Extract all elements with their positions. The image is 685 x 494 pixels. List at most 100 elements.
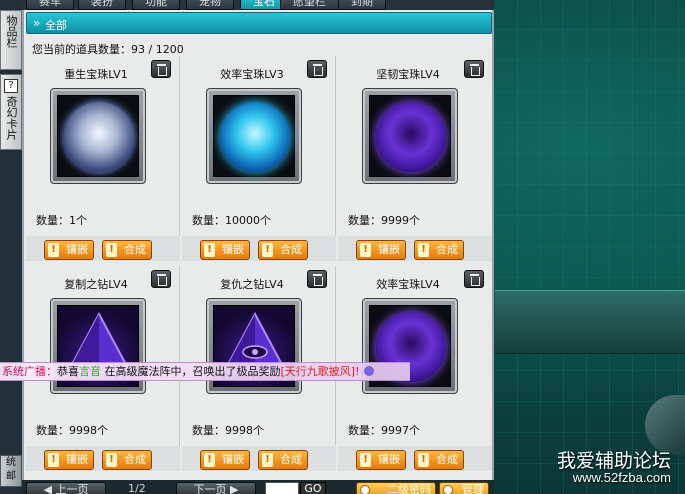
alert-icon: ! (262, 243, 273, 257)
item-slot[interactable] (206, 88, 302, 184)
alert-icon: ! (204, 453, 215, 467)
broadcast-reward: [天行九歌披风] (280, 365, 356, 378)
item-quantity: 数量：9997个 (348, 424, 420, 437)
item-actions: ! 镶嵌 ! 合成 (26, 236, 180, 261)
item-card: 重生宝珠LV1 数量：1个 ! 镶嵌 ! 合成 (26, 56, 180, 261)
broadcast-congrats: 恭喜 (57, 365, 79, 378)
inlay-button[interactable]: ! 镶嵌 (200, 240, 250, 260)
trash-icon[interactable] (151, 270, 171, 288)
prev-page-button[interactable]: ◀ 上一页 (26, 482, 106, 494)
item-name: 复仇之钻LV4 (220, 278, 284, 291)
secondary-password-label: 二级密码 (387, 483, 431, 494)
combine-label: 合成 (280, 453, 302, 466)
category-all[interactable]: » 全部 (26, 12, 492, 34)
combine-button[interactable]: ! 合成 (258, 450, 308, 470)
category-label: 全部 (45, 19, 67, 32)
item-card: 坚韧宝珠LV4 数量：9999个 ! 镶嵌 ! 合成 (338, 56, 492, 261)
trash-icon[interactable] (307, 60, 327, 78)
combine-button[interactable]: ! 合成 (414, 240, 464, 260)
tab-outfits[interactable]: 装扮 (78, 0, 126, 10)
alert-icon: ! (106, 453, 117, 467)
item-name: 重生宝珠LV1 (64, 68, 128, 81)
violet-orb-icon (376, 102, 446, 172)
tab-functions[interactable]: 功能 (132, 0, 180, 10)
tab-system[interactable]: 统 邮 (0, 455, 22, 487)
broadcast-prefix: 系统广播： (2, 365, 57, 378)
inlay-button[interactable]: ! 镶嵌 (44, 450, 94, 470)
arrow-right-icon: ▶ (226, 483, 239, 494)
inlay-button[interactable]: ! 镶嵌 (44, 240, 94, 260)
tab-expiring[interactable]: 到期 (338, 0, 386, 10)
combine-button[interactable]: ! 合成 (258, 240, 308, 260)
inlay-label: 镶嵌 (66, 453, 88, 466)
item-image (213, 95, 295, 177)
trash-icon[interactable] (151, 60, 171, 78)
inlay-label: 镶嵌 (222, 243, 244, 256)
item-name: 效率宝珠LV3 (220, 68, 284, 81)
combine-label: 合成 (436, 453, 458, 466)
star-icon (363, 366, 374, 376)
tab-pets[interactable]: 宠物 (186, 0, 234, 10)
item-actions: ! 镶嵌 ! 合成 (338, 446, 492, 471)
inlay-button[interactable]: ! 镶嵌 (356, 240, 406, 260)
magic-cards-label: 奇幻卡片 (5, 96, 18, 140)
tab-magic-cards[interactable]: ? 奇幻卡片 (0, 74, 22, 150)
page-number-input[interactable] (265, 482, 299, 494)
item-grid: 重生宝珠LV1 数量：1个 ! 镶嵌 ! 合成 效率宝珠LV3 数量：10000… (26, 56, 492, 471)
cyan-orb-icon (220, 102, 290, 172)
background-stripe (495, 290, 685, 354)
alert-icon: ! (360, 243, 371, 257)
trash-icon[interactable] (464, 270, 484, 288)
inlay-button[interactable]: ! 镶嵌 (356, 450, 406, 470)
item-actions: ! 镶嵌 ! 合成 (182, 446, 336, 471)
item-quantity: 数量：9998个 (36, 424, 108, 437)
silver-orb-icon (64, 102, 134, 172)
side-tab-bar: 物品栏 ? 奇幻卡片 统 邮 (0, 0, 22, 494)
inlay-label: 镶嵌 (378, 243, 400, 256)
broadcast-suffix: ! (355, 365, 360, 378)
watermark-text: 我爱辅助论坛 (556, 450, 671, 472)
item-actions: ! 镶嵌 ! 合成 (26, 446, 180, 471)
next-page-label: 下一页 (193, 483, 227, 494)
manage-button[interactable]: 管理 (439, 482, 489, 494)
item-slot[interactable] (50, 88, 146, 184)
inventory-panel: » 全部 您当前的道具数量：93 / 1200 重生宝珠LV1 数量：1个 ! 镶… (22, 10, 494, 480)
combine-button[interactable]: ! 合成 (102, 240, 152, 260)
item-quantity: 数量：9999个 (348, 214, 420, 227)
inlay-button[interactable]: ! 镶嵌 (200, 450, 250, 470)
broadcast-player: 言音 (79, 365, 101, 378)
lock-icon (360, 485, 370, 494)
inlay-label: 镶嵌 (222, 453, 244, 466)
alert-icon: ! (106, 243, 117, 257)
inlay-label: 镶嵌 (66, 243, 88, 256)
alert-icon: ! (48, 453, 59, 467)
prev-page-label: 上一页 (55, 483, 89, 494)
next-page-button[interactable]: 下一页 ▶ (176, 482, 256, 494)
item-card: 效率宝珠LV3 数量：10000个 ! 镶嵌 ! 合成 (182, 56, 336, 261)
system-tab-label: 统 (6, 457, 16, 468)
alert-icon: ! (360, 453, 371, 467)
item-count: 您当前的道具数量：93 / 1200 (32, 43, 184, 56)
mail-tab-label: 邮 (6, 471, 16, 482)
alert-icon: ! (262, 453, 273, 467)
item-name: 坚韧宝珠LV4 (376, 68, 440, 81)
tab-wishlist[interactable]: 愿望栏 (280, 0, 339, 10)
combine-button[interactable]: ! 合成 (102, 450, 152, 470)
item-actions: ! 镶嵌 ! 合成 (338, 236, 492, 261)
system-broadcast: 系统广播：恭喜言音 在高级魔法阵中，召唤出了极品奖励[天行九歌披风]! (0, 362, 410, 381)
tab-cars[interactable]: 赛车 (26, 0, 74, 10)
combine-label: 合成 (124, 243, 146, 256)
trash-icon[interactable] (307, 270, 327, 288)
combine-label: 合成 (436, 243, 458, 256)
item-actions: ! 镶嵌 ! 合成 (182, 236, 336, 261)
trash-icon[interactable] (464, 60, 484, 78)
item-slot[interactable] (362, 88, 458, 184)
secondary-password-button[interactable]: 二级密码 (356, 482, 436, 494)
tab-item-bar[interactable]: 物品栏 (0, 10, 22, 70)
alert-icon: ! (418, 453, 429, 467)
broadcast-message: 在高级魔法阵中，召唤出了极品奖励 (104, 365, 281, 378)
top-tab-bar: 赛车 装扮 功能 宠物 宝石 愿望栏 到期 (22, 0, 494, 10)
alert-icon: ! (418, 243, 429, 257)
go-button[interactable]: GO (300, 482, 326, 494)
combine-button[interactable]: ! 合成 (414, 450, 464, 470)
